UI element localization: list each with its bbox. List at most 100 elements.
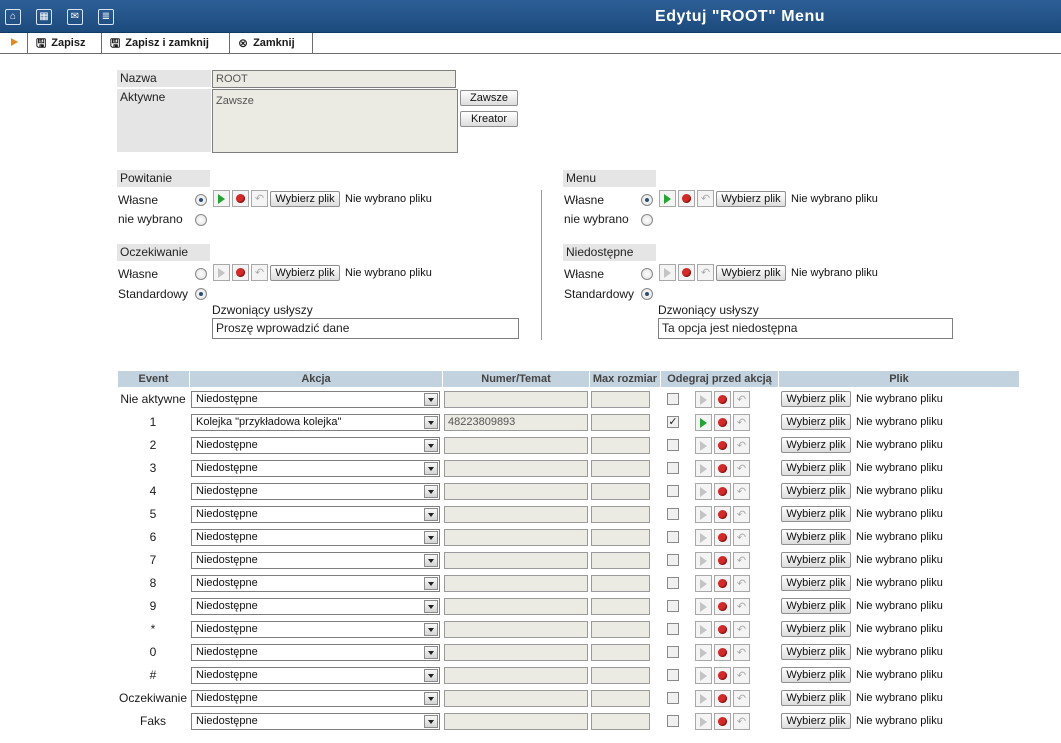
record-icon[interactable] bbox=[714, 575, 731, 592]
row-play-checkbox[interactable]: ✓ bbox=[667, 416, 679, 428]
record-icon[interactable] bbox=[714, 391, 731, 408]
unavailable-choose-file-button[interactable]: Wybierz plik bbox=[716, 265, 786, 281]
row-number-input[interactable] bbox=[444, 460, 588, 477]
row-choose-file-button[interactable]: Wybierz plik bbox=[781, 644, 851, 660]
row-action-select[interactable]: Niedostępne bbox=[191, 460, 440, 477]
row-action-select[interactable]: Niedostępne bbox=[191, 552, 440, 569]
row-number-input[interactable] bbox=[444, 529, 588, 546]
row-play-checkbox[interactable] bbox=[667, 669, 679, 681]
chevron-down-icon[interactable] bbox=[424, 531, 438, 544]
row-number-input[interactable] bbox=[444, 713, 588, 730]
record-icon[interactable] bbox=[714, 414, 731, 431]
row-action-select[interactable]: Niedostępne bbox=[191, 644, 440, 661]
row-number-input[interactable] bbox=[444, 667, 588, 684]
greeting-own-radio[interactable] bbox=[195, 194, 207, 206]
record-icon[interactable] bbox=[678, 190, 695, 207]
row-number-input[interactable] bbox=[444, 644, 588, 661]
unavailable-hears-input[interactable]: Ta opcja jest niedostępna bbox=[658, 318, 953, 339]
row-choose-file-button[interactable]: Wybierz plik bbox=[781, 437, 851, 453]
chevron-down-icon[interactable] bbox=[424, 577, 438, 590]
row-number-input[interactable] bbox=[444, 598, 588, 615]
chevron-down-icon[interactable] bbox=[424, 485, 438, 498]
chevron-down-icon[interactable] bbox=[424, 554, 438, 567]
list-icon[interactable]: ≣ bbox=[98, 9, 114, 25]
row-max-size-input[interactable] bbox=[591, 391, 650, 408]
record-icon[interactable] bbox=[714, 506, 731, 523]
record-icon[interactable] bbox=[714, 598, 731, 615]
row-play-checkbox[interactable] bbox=[667, 692, 679, 704]
row-action-select[interactable]: Niedostępne bbox=[191, 506, 440, 523]
row-choose-file-button[interactable]: Wybierz plik bbox=[781, 483, 851, 499]
save-button[interactable]: 🖫 Zapisz bbox=[27, 33, 102, 53]
waiting-choose-file-button[interactable]: Wybierz plik bbox=[270, 265, 340, 281]
row-max-size-input[interactable] bbox=[591, 690, 650, 707]
row-number-input[interactable] bbox=[444, 621, 588, 638]
row-number-input[interactable] bbox=[444, 437, 588, 454]
row-number-input[interactable] bbox=[444, 690, 588, 707]
close-button[interactable]: ⊗ Zamknij bbox=[229, 33, 313, 53]
unavailable-standard-radio[interactable] bbox=[641, 288, 653, 300]
row-choose-file-button[interactable]: Wybierz plik bbox=[781, 552, 851, 568]
row-play-checkbox[interactable] bbox=[667, 554, 679, 566]
waiting-hears-input[interactable]: Proszę wprowadzić dane bbox=[212, 318, 519, 339]
row-choose-file-button[interactable]: Wybierz plik bbox=[781, 667, 851, 683]
contacts-icon[interactable]: ▦ bbox=[36, 9, 52, 25]
row-play-checkbox[interactable] bbox=[667, 439, 679, 451]
record-icon[interactable] bbox=[714, 460, 731, 477]
record-icon[interactable] bbox=[678, 264, 695, 281]
menu-none-radio[interactable] bbox=[641, 214, 653, 226]
row-max-size-input[interactable] bbox=[591, 437, 650, 454]
menu-own-radio[interactable] bbox=[641, 194, 653, 206]
row-number-input[interactable] bbox=[444, 506, 588, 523]
chevron-down-icon[interactable] bbox=[424, 439, 438, 452]
row-action-select[interactable]: Niedostępne bbox=[191, 713, 440, 730]
name-input[interactable]: ROOT bbox=[212, 70, 456, 88]
record-icon[interactable] bbox=[232, 190, 249, 207]
row-choose-file-button[interactable]: Wybierz plik bbox=[781, 529, 851, 545]
row-max-size-input[interactable] bbox=[591, 667, 650, 684]
row-max-size-input[interactable] bbox=[591, 460, 650, 477]
greeting-choose-file-button[interactable]: Wybierz plik bbox=[270, 191, 340, 207]
row-play-checkbox[interactable] bbox=[667, 577, 679, 589]
chevron-down-icon[interactable] bbox=[424, 393, 438, 406]
chevron-down-icon[interactable] bbox=[424, 692, 438, 705]
row-play-checkbox[interactable] bbox=[667, 485, 679, 497]
play-icon[interactable] bbox=[695, 414, 712, 431]
row-action-select[interactable]: Niedostępne bbox=[191, 598, 440, 615]
active-textarea[interactable]: Zawsze bbox=[212, 89, 458, 153]
row-play-checkbox[interactable] bbox=[667, 600, 679, 612]
chevron-down-icon[interactable] bbox=[424, 715, 438, 728]
row-play-checkbox[interactable] bbox=[667, 462, 679, 474]
menu-choose-file-button[interactable]: Wybierz plik bbox=[716, 191, 786, 207]
row-number-input[interactable] bbox=[444, 391, 588, 408]
row-choose-file-button[interactable]: Wybierz plik bbox=[781, 414, 851, 430]
row-max-size-input[interactable] bbox=[591, 598, 650, 615]
chevron-down-icon[interactable] bbox=[424, 669, 438, 682]
record-icon[interactable] bbox=[714, 529, 731, 546]
record-icon[interactable] bbox=[714, 621, 731, 638]
chevron-down-icon[interactable] bbox=[424, 508, 438, 521]
row-choose-file-button[interactable]: Wybierz plik bbox=[781, 460, 851, 476]
record-icon[interactable] bbox=[714, 552, 731, 569]
row-action-select[interactable]: Niedostępne bbox=[191, 529, 440, 546]
record-icon[interactable] bbox=[714, 437, 731, 454]
row-action-select[interactable]: Niedostępne bbox=[191, 621, 440, 638]
row-play-checkbox[interactable] bbox=[667, 646, 679, 658]
row-action-select[interactable]: Niedostępne bbox=[191, 667, 440, 684]
record-icon[interactable] bbox=[714, 644, 731, 661]
row-action-select[interactable]: Niedostępne bbox=[191, 391, 440, 408]
row-action-select[interactable]: Niedostępne bbox=[191, 575, 440, 592]
row-max-size-input[interactable] bbox=[591, 575, 650, 592]
row-max-size-input[interactable] bbox=[591, 552, 650, 569]
waiting-standard-radio[interactable] bbox=[195, 288, 207, 300]
record-icon[interactable] bbox=[714, 667, 731, 684]
row-number-input[interactable] bbox=[444, 575, 588, 592]
chevron-down-icon[interactable] bbox=[424, 623, 438, 636]
play-icon[interactable] bbox=[213, 190, 230, 207]
row-play-checkbox[interactable] bbox=[667, 508, 679, 520]
row-action-select[interactable]: Niedostępne bbox=[191, 483, 440, 500]
home-icon[interactable]: ⌂ bbox=[5, 9, 21, 25]
row-action-select[interactable]: Niedostępne bbox=[191, 437, 440, 454]
row-max-size-input[interactable] bbox=[591, 529, 650, 546]
row-play-checkbox[interactable] bbox=[667, 531, 679, 543]
